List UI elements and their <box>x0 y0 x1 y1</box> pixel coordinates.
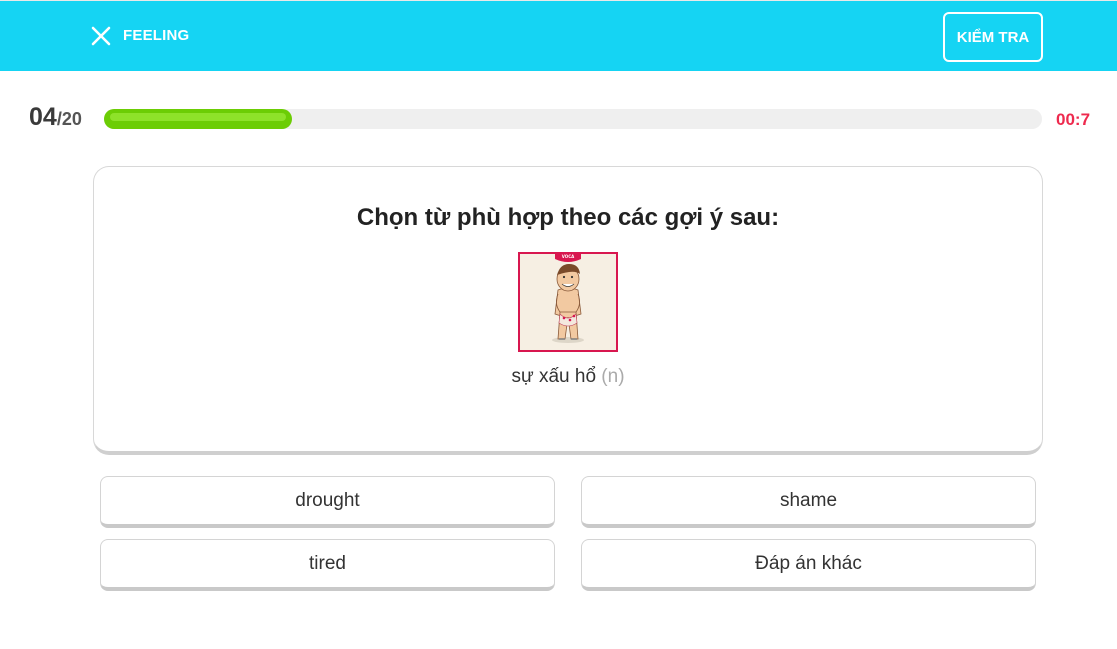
top-bar: FEELING KIỂM TRA <box>0 0 1117 71</box>
part-of-speech: (n) <box>601 366 625 387</box>
answer-option-other[interactable]: Đáp án khác <box>581 539 1036 591</box>
hint-word-text: sự xấu hổ <box>511 366 597 387</box>
progress-bar-fill <box>104 109 292 129</box>
hint-word: sự xấu hổ (n) <box>94 366 1042 388</box>
answer-option-drought[interactable]: drought <box>100 476 555 528</box>
answer-option-shame[interactable]: shame <box>581 476 1036 528</box>
question-card: Chọn từ phù hợp theo các gợi ý sau: VOCA… <box>93 166 1043 455</box>
close-icon[interactable] <box>90 25 112 47</box>
embarrassed-man-illustration: VOCA <box>520 254 616 350</box>
topic-title: FEELING <box>123 27 190 44</box>
check-button[interactable]: KIỂM TRA <box>943 12 1043 62</box>
counter-total: /20 <box>56 109 82 129</box>
question-counter: 04/20 <box>29 103 82 132</box>
question-prompt: Chọn từ phù hợp theo các gợi ý sau: <box>356 204 780 231</box>
voca-badge: VOCA <box>562 254 575 259</box>
progress-bar <box>104 109 1042 129</box>
counter-current: 04 <box>29 103 57 131</box>
hint-image: VOCA <box>518 252 618 352</box>
timer: 00:7 <box>1056 110 1091 129</box>
answer-option-tired[interactable]: tired <box>100 539 555 591</box>
progress-row: 04/20 00:7 <box>0 100 1117 140</box>
